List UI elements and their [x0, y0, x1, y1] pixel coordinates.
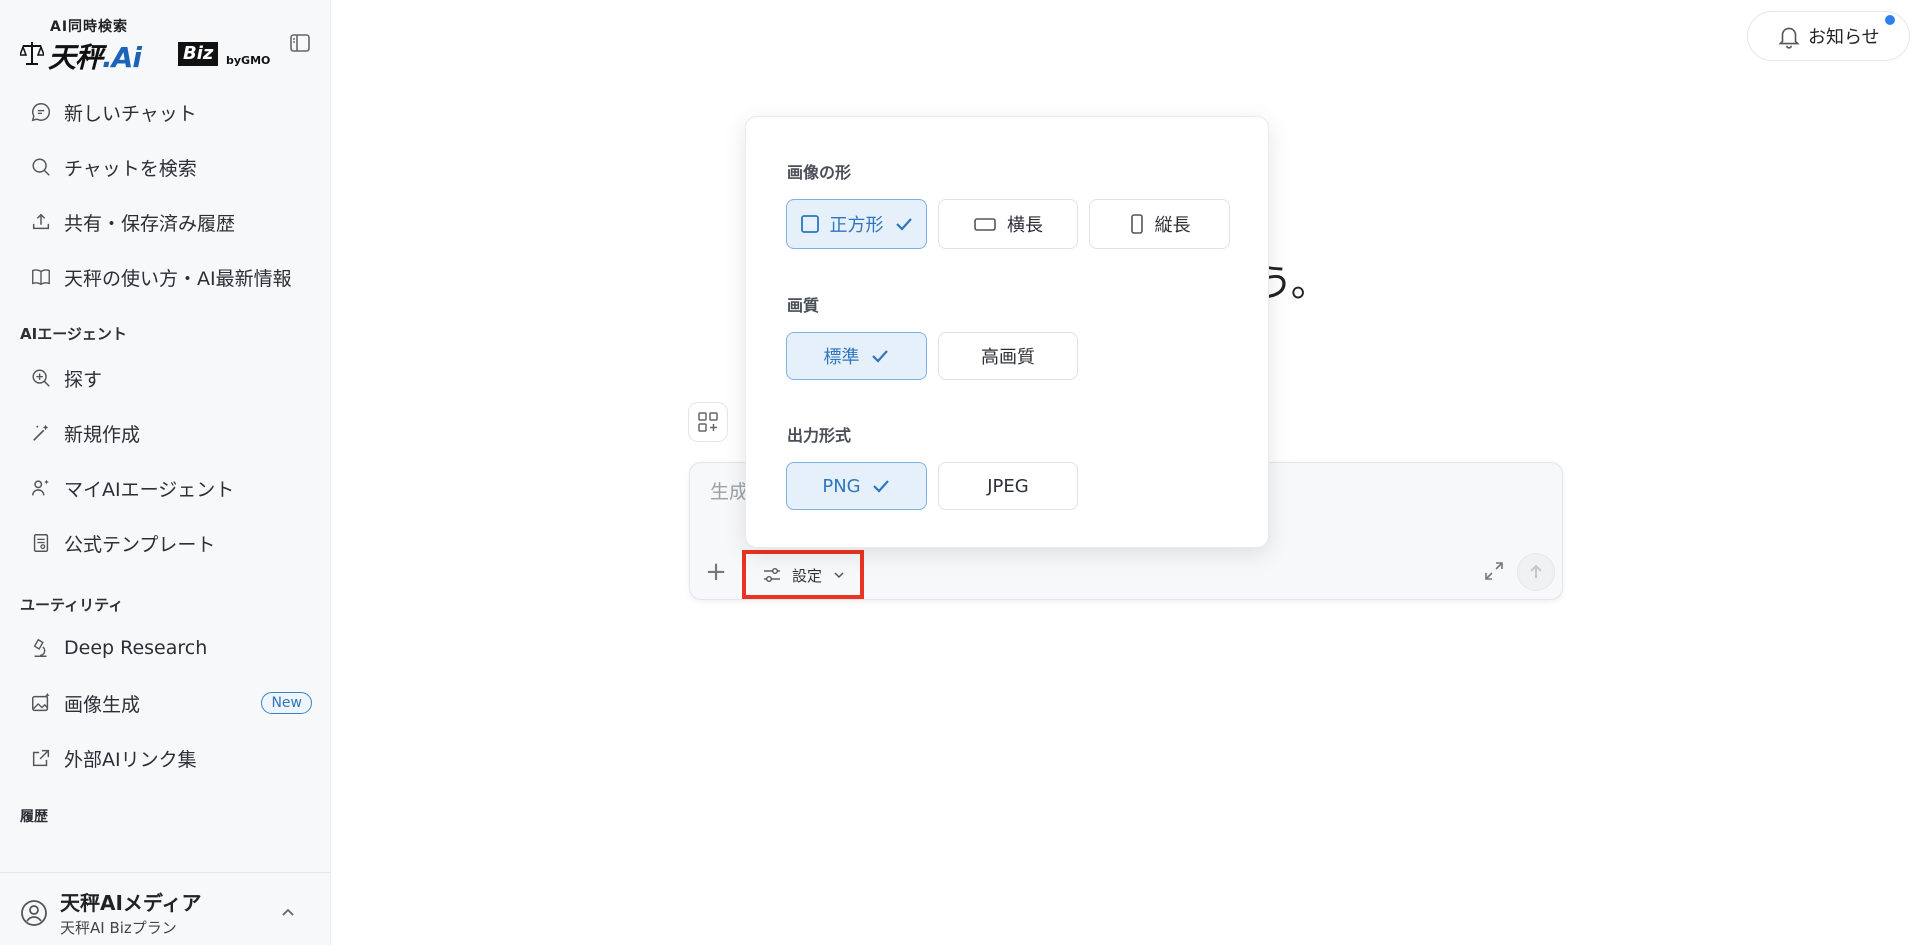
image-settings-popover: 画像の形 正方形 横長 縦長 画質 標準 高画質 出力形式 PNG JPEG	[745, 116, 1269, 548]
sidebar-item-label: 新規作成	[64, 423, 141, 446]
shape-option-square[interactable]: 正方形	[786, 199, 927, 249]
image-sparkle-icon	[32, 692, 50, 712]
sidebar-item-image-generation[interactable]: 画像生成 New	[22, 683, 312, 723]
user-menu[interactable]: 天秤AIメディア 天秤AI Bizプラン	[0, 872, 331, 945]
section-title-utility: ユーティリティ	[20, 596, 124, 614]
sidebar-item-search-chat[interactable]: チャットを検索	[22, 147, 312, 187]
sidebar-item-label: チャットを検索	[64, 157, 197, 180]
sidebar-toggle-icon[interactable]	[288, 31, 312, 55]
agent-select-button[interactable]	[688, 402, 728, 442]
new-badge: New	[261, 692, 312, 714]
expand-icon[interactable]	[1483, 560, 1505, 582]
brand-by: byGMO	[226, 54, 271, 67]
share-upload-icon	[32, 213, 50, 230]
sidebar-item-label: 画像生成	[64, 693, 141, 716]
settings-label: 設定	[792, 566, 823, 585]
attach-plus-button[interactable]: +	[704, 559, 728, 585]
sidebar-item-label: 探す	[64, 368, 103, 391]
check-icon	[895, 218, 912, 231]
sidebar-item-label: 天秤の使い方・AI最新情報	[64, 267, 292, 290]
option-label: PNG	[822, 475, 861, 497]
quality-option-standard[interactable]: 標準	[786, 332, 927, 380]
sidebar-item-create[interactable]: 新規作成	[22, 413, 312, 453]
microscope-icon	[33, 638, 47, 657]
chevron-up-icon[interactable]	[278, 903, 298, 923]
format-option-jpeg[interactable]: JPEG	[938, 462, 1078, 510]
sidebar-item-external-links[interactable]: 外部AIリンク集	[22, 738, 312, 778]
quality-section-title: 画質	[787, 296, 820, 315]
template-document-icon	[33, 534, 49, 552]
section-title-history: 履歴	[20, 809, 48, 825]
notice-label: お知らせ	[1808, 27, 1880, 48]
sidebar-item-official-templates[interactable]: 公式テンプレート	[22, 523, 312, 563]
external-link-icon	[32, 749, 50, 767]
sidebar-item-explore[interactable]: 探す	[22, 358, 312, 398]
shape-section-title: 画像の形	[787, 163, 852, 182]
square-shape-icon	[800, 215, 819, 233]
sidebar-item-new-chat[interactable]: 新しいチャット	[22, 92, 312, 132]
brand-name: 天秤.Ai	[48, 36, 142, 76]
magic-pen-icon	[33, 424, 49, 441]
zoom-plus-icon	[32, 369, 50, 387]
book-icon	[32, 269, 50, 286]
brand-biz-badge: Biz	[178, 42, 219, 66]
user-avatar-icon	[21, 900, 47, 926]
sidebar-item-label: 新しいチャット	[64, 102, 197, 125]
user-sparkle-icon	[32, 479, 49, 496]
chat-bubble-icon	[31, 103, 51, 122]
sidebar-item-shared-history[interactable]: 共有・保存済み履歴	[22, 202, 312, 242]
option-label: 横長	[1007, 215, 1043, 236]
sidebar-item-label: 外部AIリンク集	[64, 748, 197, 771]
sidebar: AI同時検索 天秤.Ai Biz byGMO 新しいチャット チャットを検索 共…	[0, 0, 331, 945]
format-option-png[interactable]: PNG	[786, 462, 927, 510]
notice-unread-dot	[1885, 15, 1895, 25]
option-label: JPEG	[987, 475, 1029, 497]
brand-name-part1: 天秤	[48, 41, 103, 74]
sidebar-item-label: マイAIエージェント	[64, 478, 235, 501]
sliders-icon	[764, 568, 780, 582]
grid-plus-icon	[698, 412, 718, 432]
sidebar-item-label: 公式テンプレート	[64, 533, 216, 556]
scale-logo-icon	[20, 42, 44, 65]
brand-logo[interactable]: AI同時検索 天秤.Ai Biz byGMO	[20, 14, 280, 74]
search-icon	[32, 158, 50, 176]
user-plan: 天秤AI Bizプラン	[60, 919, 177, 937]
brand-subtitle: AI同時検索	[50, 19, 129, 35]
landscape-shape-icon	[974, 218, 996, 231]
bell-icon	[1778, 27, 1800, 49]
format-section-title: 出力形式	[787, 426, 852, 445]
shape-option-landscape[interactable]: 横長	[938, 199, 1078, 249]
option-label: 縦長	[1154, 215, 1191, 236]
portrait-shape-icon	[1130, 214, 1143, 234]
brand-name-part2: .Ai	[102, 41, 142, 74]
quality-option-high[interactable]: 高画質	[938, 332, 1078, 380]
sidebar-item-my-agents[interactable]: マイAIエージェント	[22, 468, 312, 508]
sidebar-item-deep-research[interactable]: Deep Research	[22, 628, 312, 668]
section-title-ai-agent: AIエージェント	[20, 325, 127, 343]
option-label: 高画質	[981, 347, 1035, 368]
prompt-input[interactable]: 生成	[710, 477, 748, 504]
option-label: 正方形	[829, 215, 884, 236]
chevron-down-icon	[834, 572, 844, 579]
sidebar-item-label: Deep Research	[64, 637, 208, 659]
option-label: 標準	[823, 347, 860, 368]
settings-button[interactable]: 設定	[744, 555, 860, 595]
sidebar-item-how-to[interactable]: 天秤の使い方・AI最新情報	[22, 257, 312, 297]
check-icon	[872, 480, 889, 493]
sidebar-item-label: 共有・保存済み履歴	[64, 212, 236, 235]
shape-option-portrait[interactable]: 縦長	[1089, 199, 1230, 249]
arrow-up-icon	[1530, 564, 1542, 578]
send-button[interactable]	[1517, 553, 1555, 591]
user-name: 天秤AIメディア	[60, 891, 202, 915]
check-icon	[871, 350, 888, 363]
